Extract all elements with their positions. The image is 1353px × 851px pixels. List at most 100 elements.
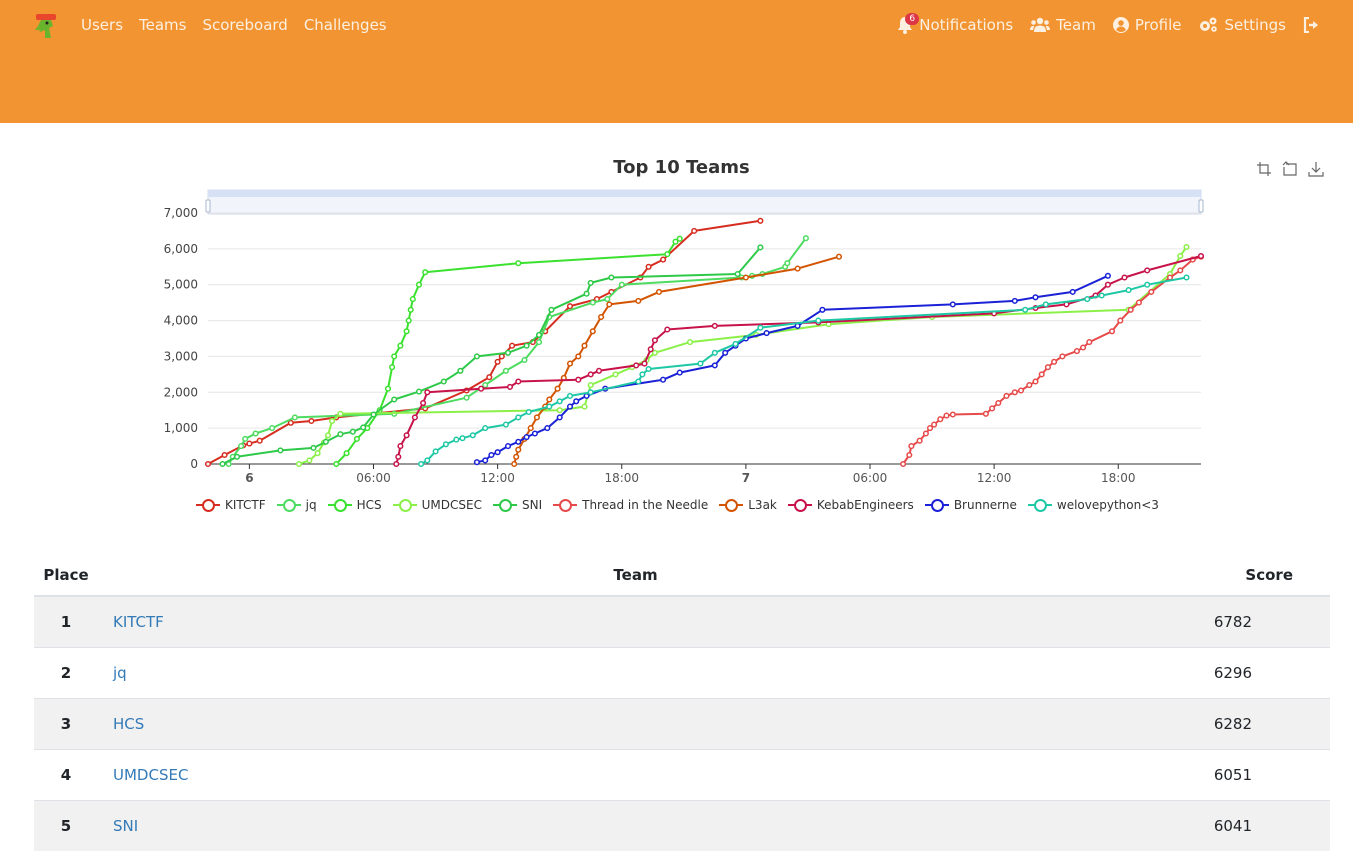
y-tick-label: 2,000: [164, 385, 198, 399]
data-point: [661, 377, 666, 382]
data-point: [574, 399, 579, 404]
data-point: [588, 281, 593, 286]
team-link[interactable]: SNI: [113, 817, 138, 835]
data-point: [909, 444, 914, 449]
data-point: [1027, 383, 1032, 388]
team-link[interactable]: jq: [113, 664, 127, 682]
data-point: [582, 404, 587, 409]
y-tick-label: 4,000: [164, 314, 198, 328]
data-point: [1199, 254, 1204, 259]
data-point: [338, 432, 343, 437]
legend-item[interactable]: HCS: [328, 498, 382, 512]
data-point: [568, 404, 573, 409]
data-point: [713, 363, 718, 368]
legend-item[interactable]: welovepython<3: [1028, 498, 1159, 512]
data-point: [413, 415, 418, 420]
team-link[interactable]: KITCTF: [113, 613, 164, 631]
data-point: [371, 412, 376, 417]
data-point: [500, 354, 505, 359]
data-point: [837, 254, 842, 259]
data-point: [735, 272, 740, 277]
data-point: [557, 399, 562, 404]
legend-item[interactable]: UMDCSEC: [393, 498, 482, 512]
data-point: [334, 462, 339, 467]
legend-item[interactable]: KITCTF: [196, 498, 266, 512]
legend-label: welovepython<3: [1057, 498, 1159, 512]
data-point: [516, 440, 521, 445]
row-score: 6282: [1173, 699, 1330, 750]
data-point: [733, 342, 738, 347]
data-point: [816, 318, 821, 323]
y-tick-label: 7,000: [164, 206, 198, 220]
row-score: 6782: [1173, 596, 1330, 648]
data-point: [475, 460, 480, 465]
data-point: [483, 458, 488, 463]
legend-item[interactable]: jq: [277, 498, 317, 512]
data-point: [588, 383, 593, 388]
data-point: [665, 327, 670, 332]
data-point: [392, 354, 397, 359]
legend-item[interactable]: L3ak: [719, 498, 777, 512]
row-place: 1: [34, 596, 98, 648]
data-point: [247, 441, 252, 446]
data-point: [1013, 390, 1018, 395]
data-point: [278, 448, 283, 453]
data-point: [688, 340, 693, 345]
team-link[interactable]: HCS: [113, 715, 144, 733]
data-point: [307, 458, 312, 463]
legend-symbol: [393, 498, 417, 512]
data-point: [1149, 290, 1154, 295]
legend-symbol: [788, 498, 812, 512]
row-score: 6296: [1173, 648, 1330, 699]
team-link[interactable]: UMDCSEC: [113, 766, 188, 784]
data-point: [665, 252, 670, 257]
data-point: [464, 395, 469, 400]
data-point: [361, 425, 366, 430]
data-point: [568, 304, 573, 309]
data-point: [351, 429, 356, 434]
data-point: [1070, 290, 1075, 295]
data-point: [1004, 394, 1009, 399]
data-point: [557, 415, 562, 420]
data-point: [311, 446, 316, 451]
data-point: [253, 431, 258, 436]
data-point: [514, 455, 519, 460]
data-point: [591, 329, 596, 334]
data-point: [607, 302, 612, 307]
legend-item[interactable]: Thread in the Needle: [553, 498, 708, 512]
x-tick-label: 06:00: [356, 471, 391, 485]
y-tick-label: 5,000: [164, 278, 198, 292]
legend-item[interactable]: SNI: [493, 498, 542, 512]
data-point: [1060, 354, 1065, 359]
data-point: [758, 325, 763, 330]
data-point: [330, 419, 335, 424]
x-tick-label: 18:00: [604, 471, 639, 485]
data-point: [758, 245, 763, 250]
x-tick-label: 7: [742, 471, 750, 485]
legend-label: HCS: [357, 498, 382, 512]
data-point: [537, 333, 542, 338]
legend-item[interactable]: KebabEngineers: [788, 498, 914, 512]
data-point: [692, 229, 697, 234]
legend-symbol: [925, 498, 949, 512]
y-tick-label: 1,000: [164, 421, 198, 435]
data-point: [344, 451, 349, 456]
data-point: [713, 324, 718, 329]
data-point: [1085, 297, 1090, 302]
x-tick-label: 6: [245, 471, 253, 485]
legend-item[interactable]: Brunnerne: [925, 498, 1017, 512]
legend-label: UMDCSEC: [422, 498, 482, 512]
score-chart: 01,0002,0003,0004,0005,0006,0007,000606:…: [0, 0, 1353, 490]
data-point: [984, 412, 989, 417]
data-point: [417, 282, 422, 287]
data-point: [458, 369, 463, 374]
data-point: [620, 282, 625, 287]
legend-label: KITCTF: [225, 498, 266, 512]
data-point: [489, 453, 494, 458]
data-point: [1128, 308, 1133, 313]
header-team: Team: [98, 555, 1173, 596]
data-point: [495, 450, 500, 455]
data-point: [917, 438, 922, 443]
table-header-row: Place Team Score: [34, 555, 1330, 596]
data-point: [483, 426, 488, 431]
